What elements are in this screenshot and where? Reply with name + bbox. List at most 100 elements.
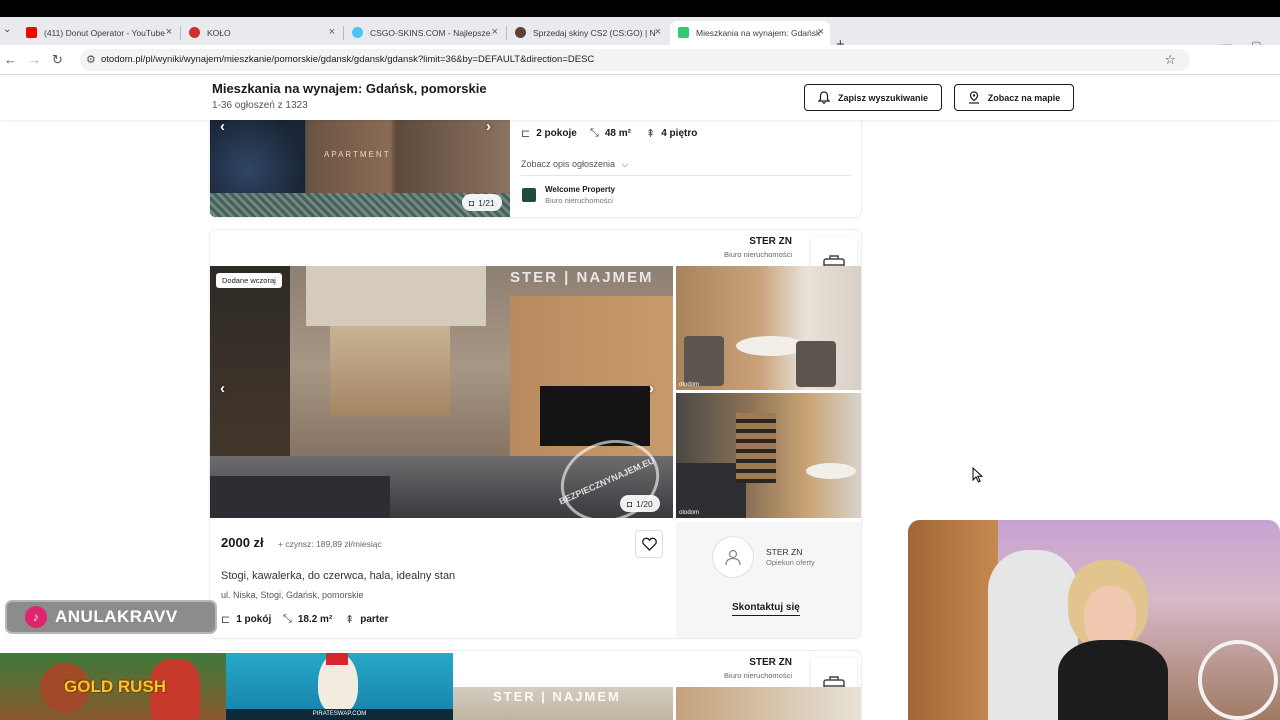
listing-title[interactable]: Stogi, kawalerka, do czerwca, hala, idea… xyxy=(221,570,455,582)
listing-photo[interactable]: APARTMENT ‹ › ◘ 1/21 xyxy=(210,120,510,217)
photo-prev-arrow-icon[interactable]: ‹ xyxy=(220,120,236,135)
floor-value: parter xyxy=(360,614,389,625)
area-value: 48 m² xyxy=(604,128,631,139)
area-icon: ⤡ xyxy=(283,613,292,625)
otodom-watermark: otodom xyxy=(679,382,700,388)
map-pin-icon xyxy=(968,91,979,104)
contact-pane: STER ZN Opiekun oferty Skontaktuj się xyxy=(676,522,861,638)
tab-close-icon[interactable]: × xyxy=(818,26,824,38)
listing-card-previous[interactable]: APARTMENT ‹ › ◘ 1/21 ⊏ 2 pokoje ⤡ 48 m² ⇞ 4… xyxy=(210,120,861,217)
thumb-ladder-shape xyxy=(736,413,776,483)
tab-kolo[interactable]: KOŁO × xyxy=(181,21,341,45)
chevron-down-icon: ⌵ xyxy=(621,159,629,169)
reload-icon[interactable]: ↻ xyxy=(52,52,63,68)
photo-prev-arrow-icon[interactable]: ‹ xyxy=(220,380,236,397)
tab-close-icon[interactable]: × xyxy=(655,26,661,38)
contact-button[interactable]: Skontaktuj się xyxy=(732,602,800,616)
youtube-favicon-icon xyxy=(26,27,37,38)
listing-thumb-1[interactable] xyxy=(676,687,861,720)
back-arrow-icon[interactable]: ← xyxy=(4,52,17,67)
webcam-overlay xyxy=(908,520,1280,720)
webcam-shirt-shape xyxy=(1058,640,1168,720)
person-icon xyxy=(725,549,741,566)
photo-next-arrow-icon[interactable]: › xyxy=(649,380,665,397)
rooms-icon: ⊏ xyxy=(521,128,531,140)
tiktok-handle: ANULAKRAVV xyxy=(55,607,178,626)
tiktok-icon: ♪ xyxy=(25,606,47,628)
agency-type: Biuro nieruchomości xyxy=(724,250,792,259)
site-settings-icon[interactable]: ⚙ xyxy=(86,53,96,66)
listing-thumb-1[interactable]: otodom xyxy=(676,266,861,390)
photo-counter-text: 1/21 xyxy=(478,197,495,208)
rooms-value: 1 pokój xyxy=(236,614,272,625)
floor-value: 4 piętro xyxy=(661,128,698,139)
webcam-door-shape xyxy=(908,520,998,720)
added-yesterday-badge: Dodane wczoraj xyxy=(216,273,282,288)
bell-icon xyxy=(817,91,830,104)
contact-role: Opiekun oferty xyxy=(766,558,815,567)
photo-watermark: STER | NAJMEM xyxy=(510,269,654,286)
listing-main-photo[interactable]: STER | NAJMEM BEZPIECZNYNAJEM.EU Dodane … xyxy=(210,266,673,518)
agent-avatar xyxy=(712,536,754,578)
see-map-label: Zobacz na mapie xyxy=(987,92,1061,103)
divider xyxy=(521,175,851,176)
area-feature: ⤡ 18.2 m² xyxy=(283,613,332,626)
photo-counter: ◘ 1/21 xyxy=(462,194,502,211)
ad-rooster-comb-shape xyxy=(326,653,348,665)
floor-feature: ⇞ parter xyxy=(345,613,389,626)
tab-close-icon[interactable]: × xyxy=(166,26,172,38)
floor-icon: ⇞ xyxy=(345,614,355,626)
agency-name: STER ZN xyxy=(749,657,792,668)
tab-search-chevron-icon[interactable]: ⌄ xyxy=(3,24,15,36)
tab-csgo-skins[interactable]: CSGO-SKINS.COM - Najlepsze × xyxy=(344,21,504,45)
ad-site-label: PIRATESWAP.COM xyxy=(226,709,453,720)
game-ad-banner: GOLD RUSH xyxy=(0,653,226,720)
ad-title: GOLD RUSH xyxy=(64,677,166,696)
tab-close-icon[interactable]: × xyxy=(492,26,498,38)
page-title: Mieszkania na wynajem: Gdańsk, pomorskie xyxy=(212,81,487,96)
save-search-button[interactable]: Zapisz wyszukiwanie xyxy=(804,84,942,111)
tab-title: (411) Donut Operator - YouTube xyxy=(44,28,165,38)
photo-sofa-shape xyxy=(210,476,390,518)
pirateswap-ad: PIRATESWAP.COM xyxy=(226,653,453,720)
csgo-favicon-icon xyxy=(352,27,363,38)
agency-type: Biuro nieruchomości xyxy=(545,196,613,205)
url-field[interactable]: ⚙ otodom.pl/pl/wyniki/wynajem/mieszkanie… xyxy=(80,49,1190,71)
address-bar-row: ← → ↻ ⚙ otodom.pl/pl/wyniki/wynajem/mies… xyxy=(0,45,1280,111)
photo-tv-shape xyxy=(540,386,650,446)
listing-card-ster-stogi[interactable]: STER ZN Biuro nieruchomości STER | NAJME… xyxy=(210,230,861,638)
forward-arrow-icon[interactable]: → xyxy=(28,52,41,67)
listing-thumb-2[interactable]: otodom xyxy=(676,393,861,518)
agency-name: Welcome Property xyxy=(545,185,616,194)
favorite-button[interactable] xyxy=(635,530,663,558)
otodom-favicon-icon xyxy=(678,27,689,38)
rooms-icon: ⊏ xyxy=(221,614,231,626)
photo-next-arrow-icon[interactable]: › xyxy=(486,120,502,135)
tab-close-icon[interactable]: × xyxy=(329,26,335,38)
tab-title: CSGO-SKINS.COM - Najlepsze xyxy=(370,28,491,38)
photo-watermark: APARTMENT xyxy=(324,150,391,159)
tab-title: KOŁO xyxy=(207,28,231,38)
camera-icon: ◘ xyxy=(627,498,633,509)
bookmark-star-icon[interactable]: ☆ xyxy=(1164,52,1176,68)
thumb-chair-shape xyxy=(796,341,836,387)
tiktok-handle-overlay: ♪ ANULAKRAVV xyxy=(5,600,217,634)
agency-type: Biuro nieruchomości xyxy=(724,671,792,680)
tab-bar: ⌄ (411) Donut Operator - YouTube × KOŁO … xyxy=(0,17,1280,53)
area-value: 18.2 m² xyxy=(297,614,333,625)
rooms-value: 2 pokoje xyxy=(536,128,577,139)
show-description-link[interactable]: Zobacz opis ogłoszenia ⌵ xyxy=(521,159,628,170)
listing-main-photo[interactable]: STER | NAJMEM xyxy=(453,687,673,720)
see-map-button[interactable]: Zobacz na mapie xyxy=(954,84,1074,111)
window-top-strip xyxy=(0,0,1280,17)
agency-name: STER ZN xyxy=(749,236,792,247)
tab-youtube[interactable]: (411) Donut Operator - YouTube × xyxy=(18,21,178,45)
listing-address: ul. Niska, Stogi, Gdańsk, pomorskie xyxy=(221,590,364,600)
floor-feature: ⇞ 4 piętro xyxy=(646,127,697,140)
camera-icon: ◘ xyxy=(469,197,475,208)
save-search-label: Zapisz wyszukiwanie xyxy=(837,92,929,103)
tab-otodom[interactable]: Mieszkania na wynajem: Gdańsk × xyxy=(670,21,830,45)
tab-sell-skins[interactable]: Sprzedaj skiny CS2 (CS:GO) | N × xyxy=(507,21,667,45)
rooms-feature: ⊏ 2 pokoje xyxy=(521,127,577,140)
contact-name: STER ZN xyxy=(766,547,803,557)
